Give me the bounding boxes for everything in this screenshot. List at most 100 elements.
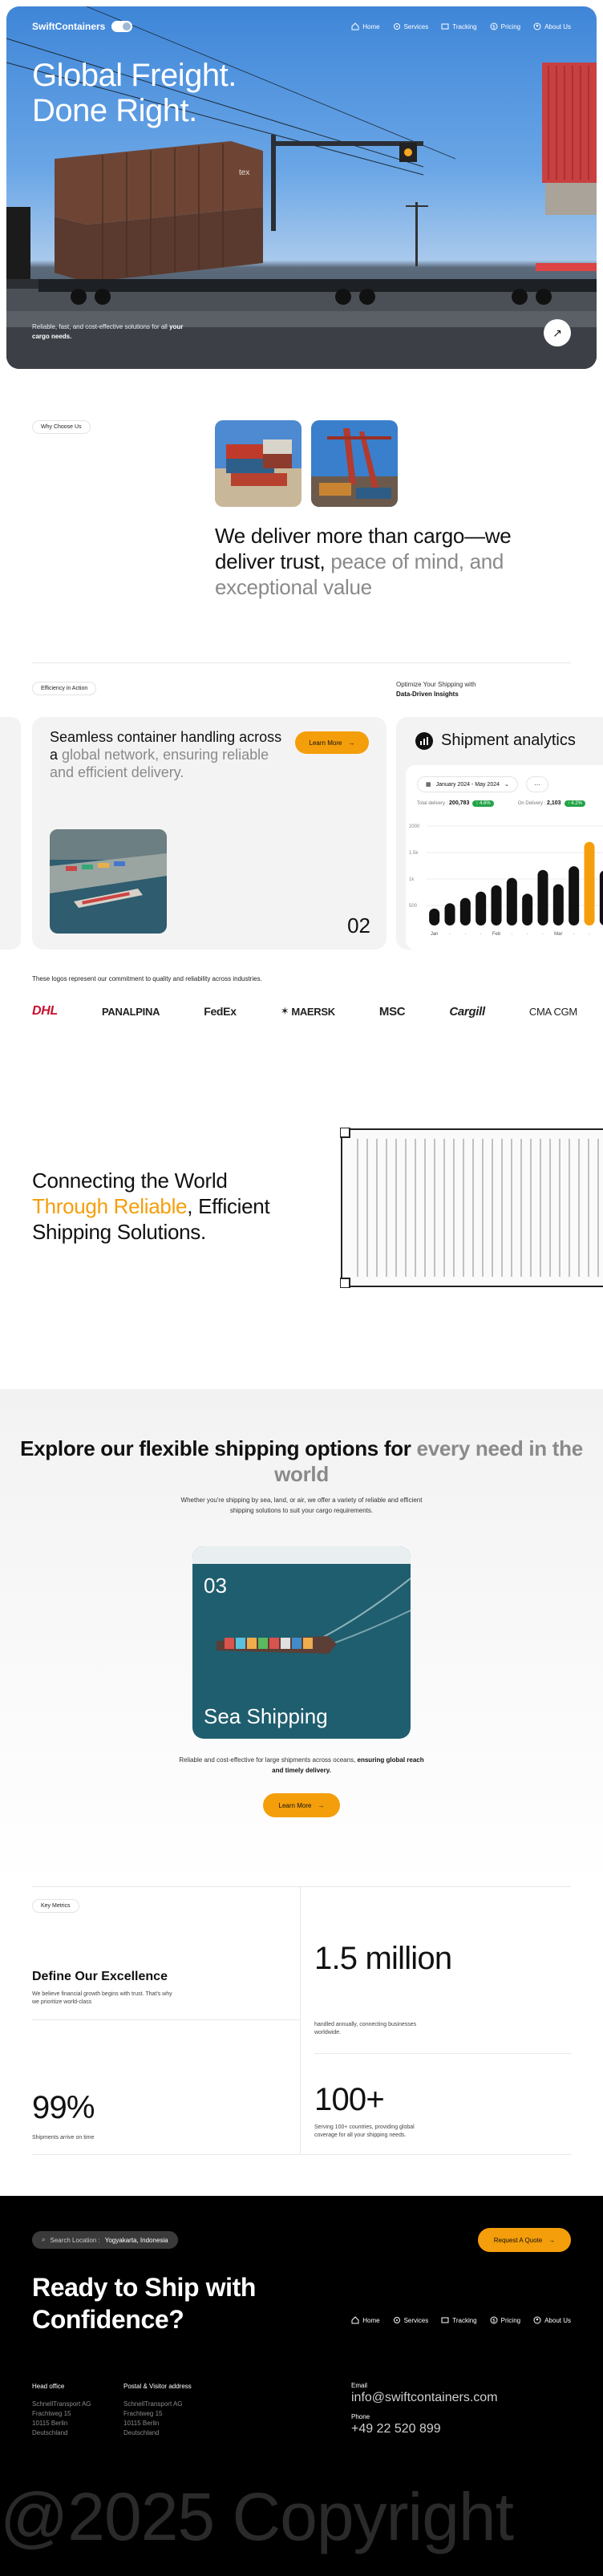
containers-yard-image	[215, 420, 302, 507]
contact-info: Email info@swiftcontainers.com Phone +49…	[351, 2382, 498, 2436]
home-icon	[351, 22, 359, 30]
sea-shipping-card[interactable]: 03 Sea Shipping	[192, 1546, 411, 1739]
divider	[32, 662, 571, 663]
logos-caption: These logos represent our commitment to …	[32, 975, 262, 982]
why-statement: We deliver more than cargo—we deliver tr…	[215, 524, 512, 599]
nav-about[interactable]: About Us	[533, 22, 571, 30]
svg-text:tex: tex	[239, 168, 249, 177]
shipment-analytics-card: Shipment analytics ▦ January 2024 - May …	[396, 717, 603, 950]
hero-title: Global Freight. Done Right.	[32, 58, 237, 128]
logo-fedex: FedEx	[204, 1005, 237, 1018]
metric-countries-value: 100+	[314, 2082, 385, 2117]
about-icon	[533, 2316, 541, 2324]
search-icon: ⌕	[42, 2236, 46, 2243]
bar[interactable]	[491, 885, 502, 925]
previous-card[interactable]	[0, 717, 21, 950]
nav-services[interactable]: Services	[393, 22, 428, 30]
tracking-icon	[441, 2317, 449, 2323]
footer-nav-home[interactable]: Home	[351, 2316, 380, 2324]
metric-ontime-label: Shipments arrive on time	[32, 2135, 95, 2141]
bar[interactable]	[537, 869, 548, 925]
nav-tracking[interactable]: Tracking	[441, 22, 477, 30]
logo-cargill: Cargill	[449, 1004, 485, 1019]
container-handling-card: Seamless container handling across a glo…	[32, 717, 386, 950]
arrow-right-icon: →	[548, 2236, 556, 2244]
logo-cma-cgm: CMA CGM	[528, 1005, 577, 1018]
x-tick-label: ·	[542, 932, 544, 937]
calendar-icon: ▦	[426, 782, 431, 788]
bar[interactable]	[459, 897, 471, 925]
bar[interactable]	[522, 893, 533, 925]
phone-link[interactable]: +49 22 520 899	[351, 2422, 498, 2436]
logo-dhl: DHL	[32, 1004, 58, 1018]
footer-nav-tracking[interactable]: Tracking	[441, 2316, 477, 2324]
nav-home[interactable]: Home	[351, 22, 380, 30]
more-options-button[interactable]: ···	[526, 776, 548, 792]
explore-title: Explore our flexible shipping options fo…	[20, 1436, 583, 1486]
home-icon	[351, 2316, 359, 2324]
analytics-chart-panel: ▦ January 2024 - May 2024 ⌄ ··· Total de…	[406, 765, 603, 950]
learn-more-button[interactable]: Learn More →	[295, 731, 369, 754]
x-tick-label: Feb	[492, 932, 501, 937]
metrics-divider-vertical	[300, 1886, 301, 2154]
services-icon	[393, 2317, 400, 2323]
metric-volume-value: 1.5 million	[314, 1941, 452, 1976]
services-icon	[393, 23, 400, 30]
bar[interactable]	[476, 891, 487, 925]
x-tick-label: ·	[527, 932, 528, 937]
arrow-right-icon: →	[348, 739, 355, 747]
brand-logo[interactable]: SwiftContainers	[32, 21, 133, 32]
container-handling-title: Seamless container handling across a glo…	[50, 729, 282, 780]
x-tick-label: ·	[573, 932, 575, 937]
logo-msc: MSC	[378, 1004, 406, 1019]
footer: ⌕ Search Location : Yogyakarta, Indonesi…	[0, 2196, 603, 2576]
footer-nav-services[interactable]: Services	[393, 2316, 428, 2324]
divider	[32, 1886, 571, 1887]
bar[interactable]	[552, 884, 564, 925]
date-range-select[interactable]: ▦ January 2024 - May 2024 ⌄	[417, 776, 518, 792]
port-crane-image	[311, 420, 398, 507]
hero-arrow-button[interactable]: ↗	[544, 319, 571, 346]
sea-shipping-description: Reliable and cost-effective for large sh…	[179, 1756, 424, 1774]
card-number: 02	[347, 913, 370, 938]
x-tick-label: ·	[464, 932, 466, 937]
nav-pricing[interactable]: $ Pricing	[490, 22, 520, 30]
request-quote-button[interactable]: Request A Quote →	[478, 2228, 571, 2252]
explore-subtitle: Whether you're shipping by sea, land, or…	[180, 1497, 423, 1514]
footer-nav: Home Services Tracking $ Pricing About U…	[351, 2316, 571, 2324]
analytics-title: Shipment analytics	[415, 731, 576, 750]
tracking-icon	[441, 23, 449, 30]
bar[interactable]	[506, 877, 517, 925]
sea-card-number: 03	[204, 1574, 227, 1598]
chevron-down-icon: ⌄	[504, 782, 509, 788]
explore-learn-more-button[interactable]: Learn More →	[263, 1793, 340, 1817]
bar[interactable]	[429, 908, 440, 925]
divider	[314, 2053, 571, 2054]
bar-chart-icon	[415, 731, 433, 750]
x-tick-label: ·	[511, 932, 512, 937]
connecting-statement: Connecting the World Through Reliable, E…	[32, 1169, 270, 1244]
shipping-container-illustration	[340, 1128, 603, 1288]
sea-card-label: Sea Shipping	[204, 1704, 328, 1728]
head-office-address: Head office SchnellTransport AG Frachtwe…	[32, 2383, 91, 2436]
bar[interactable]	[599, 870, 603, 925]
metric-volume-label: handled annually, connecting businesses …	[314, 2022, 417, 2035]
why-choose-us-pill: Why Choose Us	[32, 420, 91, 434]
footer-nav-about[interactable]: About Us	[533, 2316, 571, 2324]
bar[interactable]	[444, 903, 455, 925]
bar[interactable]	[584, 841, 595, 925]
theme-toggle[interactable]	[111, 21, 133, 32]
location-search[interactable]: ⌕ Search Location : Yogyakarta, Indonesi…	[32, 2231, 178, 2249]
x-tick-label: ·	[480, 932, 482, 937]
efficiency-pill: Efficiency in Action	[32, 682, 97, 695]
divider	[32, 2019, 300, 2020]
logo-maersk: ✶ MAERSK	[280, 1005, 335, 1018]
shipment-bar-chart: 20001.5k1k500Jan···Feb···Mar···	[409, 824, 603, 937]
y-tick-label: 2000	[409, 824, 420, 829]
x-tick-label: ·	[449, 932, 451, 937]
bar[interactable]	[569, 866, 580, 925]
x-tick-label: Jan	[431, 932, 439, 937]
stats-row: Total delivery : 200,783 ↑ 4.6% On Delive…	[417, 800, 585, 807]
footer-nav-pricing[interactable]: $ Pricing	[490, 2316, 520, 2324]
email-link[interactable]: info@swiftcontainers.com	[351, 2391, 498, 2405]
